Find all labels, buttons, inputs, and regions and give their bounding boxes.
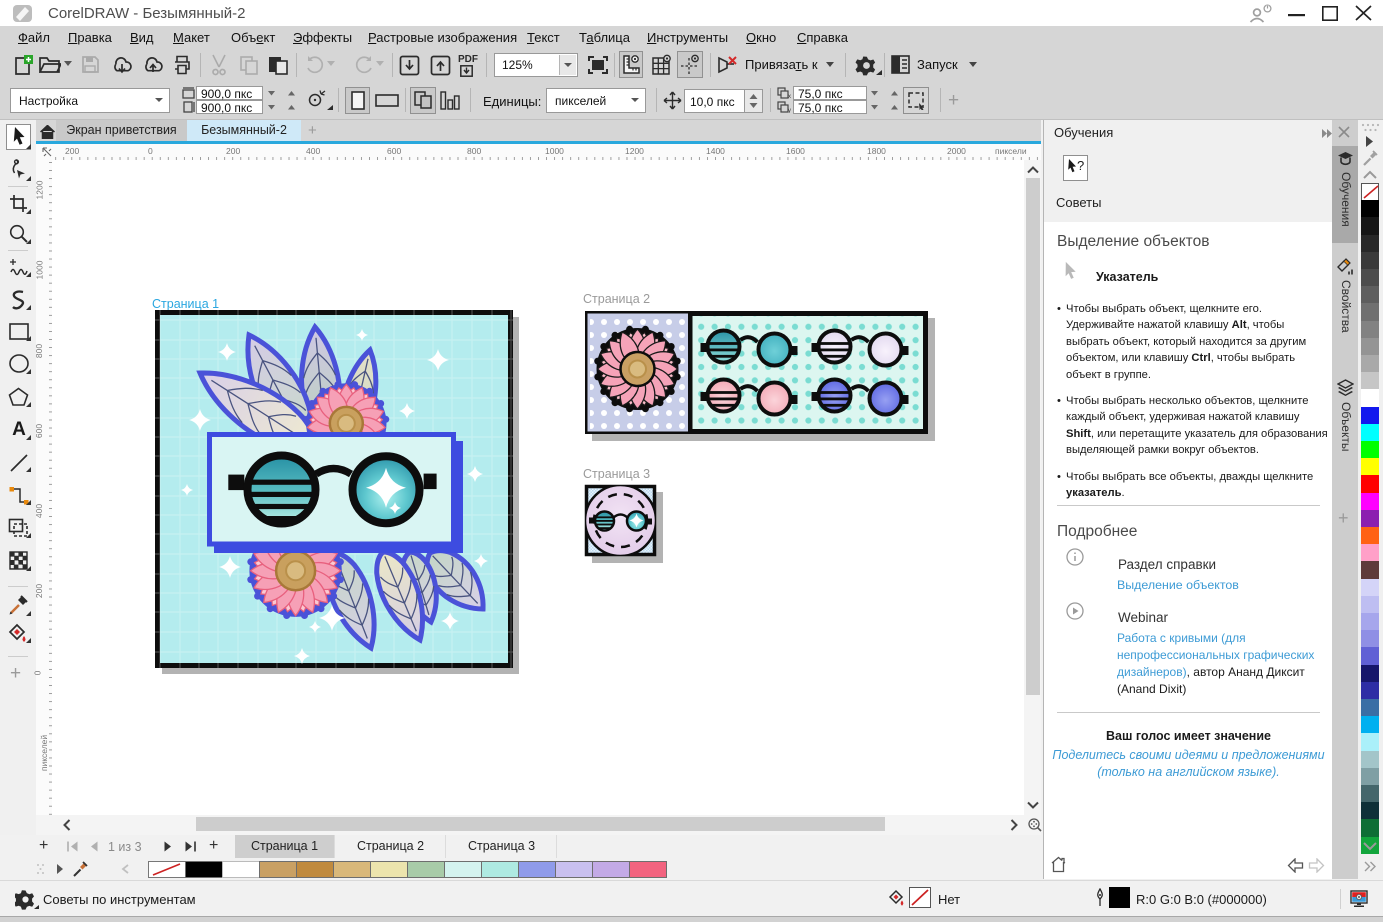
svg-text:Страница 3: Страница 3 [583,467,650,481]
svg-text:Страница 2: Страница 2 [583,292,650,306]
svg-text:?: ? [1077,158,1084,173]
svg-text:x: x [788,94,791,99]
svg-text:Страница 1: Страница 1 [152,297,219,311]
svg-text:y: y [788,108,791,113]
